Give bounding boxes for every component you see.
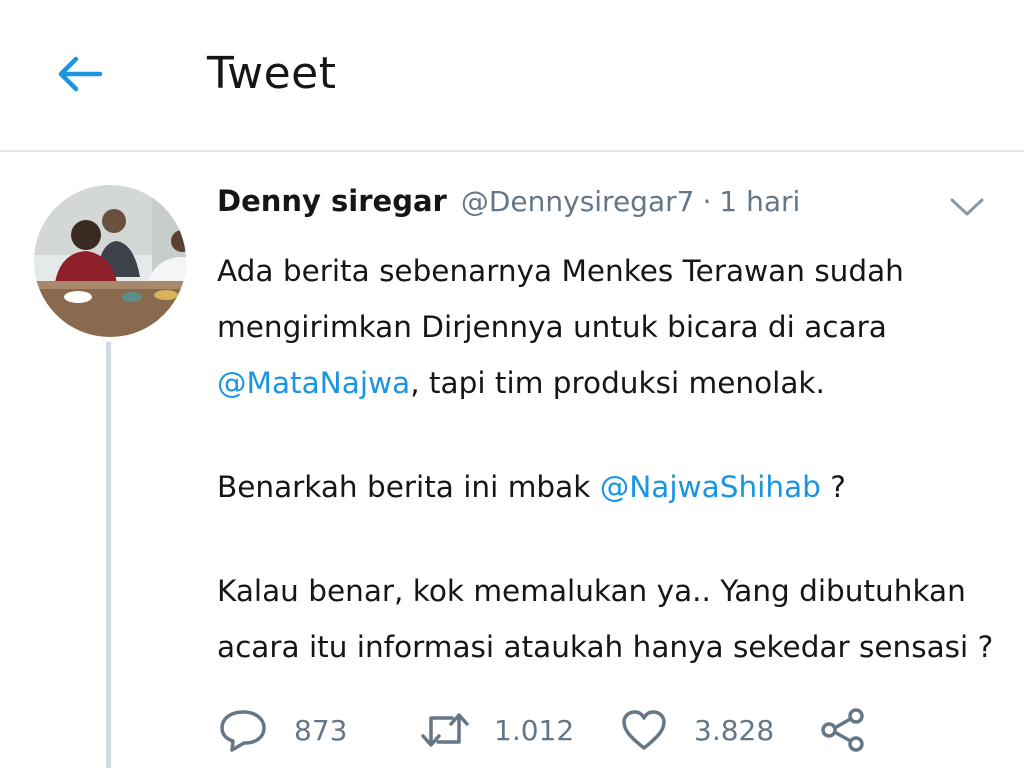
chevron-down-icon <box>950 198 984 216</box>
text-line: Ada berita sebenarnya Menkes Terawan sud… <box>217 254 904 288</box>
mention-link[interactable]: @NajwaShihab <box>600 470 821 504</box>
author-name[interactable]: Denny siregar <box>217 184 447 218</box>
separator-dot: · <box>702 185 712 218</box>
retweet-button[interactable]: 1.012 <box>418 700 574 760</box>
share-button[interactable] <box>818 700 868 760</box>
author-handle[interactable]: @Dennysiregar7 <box>461 185 695 218</box>
tweet-text: Ada berita sebenarnya Menkes Terawan sud… <box>217 243 1007 675</box>
text-line: acara itu informasi ataukah hanya sekeda… <box>217 630 994 664</box>
reply-icon <box>220 710 266 752</box>
tweet-paragraph: Benarkah berita ini mbak @NajwaShihab ? <box>217 459 1007 515</box>
like-count: 3.828 <box>694 713 775 747</box>
top-bar: Tweet <box>0 0 1024 152</box>
reply-button[interactable]: 873 <box>218 700 347 760</box>
avatar-photo <box>34 185 186 337</box>
like-button[interactable]: 3.828 <box>620 700 774 760</box>
text-line: ? <box>820 470 846 504</box>
retweet-count: 1.012 <box>494 713 575 747</box>
retweet-icon <box>421 713 469 747</box>
back-arrow-icon <box>58 56 103 92</box>
text-line: Benarkah berita ini mbak <box>217 470 600 504</box>
like-icon <box>622 710 666 750</box>
tweet-menu-button[interactable] <box>945 190 989 224</box>
action-bar: 873 1.012 3.828 <box>0 700 1024 760</box>
avatar[interactable] <box>34 185 186 337</box>
tweet-paragraph: Kalau benar, kok memalukan ya.. Yang dib… <box>217 563 1007 675</box>
page-title: Tweet <box>207 48 337 99</box>
text-line: mengirimkan Dirjennya untuk bicara di ac… <box>217 310 887 344</box>
tweet-timestamp[interactable]: 1 hari <box>719 185 800 218</box>
tweet-header: Denny siregar @Dennysiregar7 · 1 hari <box>217 184 800 228</box>
share-icon <box>821 708 864 752</box>
mention-link[interactable]: @MataNajwa <box>217 366 410 400</box>
tweet-paragraph: Ada berita sebenarnya Menkes Terawan sud… <box>217 243 1007 411</box>
back-button[interactable] <box>50 48 108 100</box>
reply-count: 873 <box>294 713 348 747</box>
text-line: , tapi tim produksi menolak. <box>410 366 825 400</box>
text-line: Kalau benar, kok memalukan ya.. Yang dib… <box>217 574 966 608</box>
